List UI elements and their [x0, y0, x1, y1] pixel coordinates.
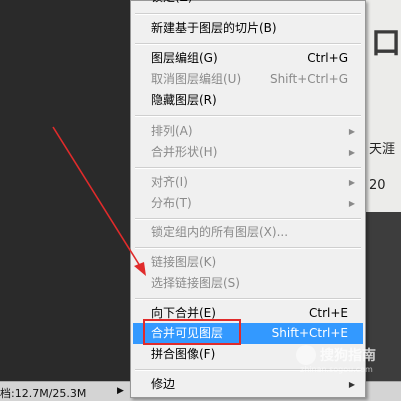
- menu-item-label: 对齐(I): [151, 175, 188, 189]
- menu-item-hide-layers[interactable]: 隐藏图层(R): [133, 90, 363, 111]
- menu-item-label: 锁定组内的所有图层(X)...: [151, 225, 289, 239]
- menu-item-shortcut: Ctrl+E: [309, 306, 348, 320]
- watermark-logo-icon: [296, 345, 316, 365]
- submenu-arrow-icon: ▶: [348, 127, 355, 136]
- menu-item-select-linked-layers[interactable]: 选择链接图层(S): [133, 273, 363, 294]
- menu-item-new-layer-slice[interactable]: 新建基于图层的切片(B): [133, 18, 363, 39]
- menu-item-ungroup-layers[interactable]: 取消图层编组(U) Shift+Ctrl+G: [133, 69, 363, 90]
- document-size: 档:12.7M/25.3M: [0, 387, 87, 400]
- status-menu-arrow-icon[interactable]: ▶: [117, 386, 124, 396]
- menu-separator: [135, 115, 361, 117]
- menu-separator: [135, 247, 361, 249]
- watermark: 搜狗指南 zhinan.sogou.com: [296, 343, 386, 377]
- menu-item-label: 修边: [151, 377, 176, 391]
- menu-item-cut[interactable]: 锁定(Z): [133, 0, 363, 8]
- menu-item-matting[interactable]: 修边 ▶: [133, 374, 363, 395]
- menu-separator: [135, 218, 361, 220]
- menu-item-label: 新建基于图层的切片(B): [151, 21, 277, 35]
- menu-item-lock-all-layers-in-group[interactable]: 锁定组内的所有图层(X)...: [133, 222, 363, 243]
- menu-item-shortcut: Shift+Ctrl+E: [271, 326, 348, 340]
- canvas-text-line2: 20: [369, 178, 386, 193]
- menu-separator: [135, 167, 361, 169]
- highlight-box: [143, 319, 241, 345]
- menu-item-label: 图层编组(G): [151, 51, 218, 65]
- menu-item-label: 排列(A): [151, 124, 193, 138]
- watermark-name: 搜狗指南: [320, 348, 376, 364]
- menu-item-align[interactable]: 对齐(I) ▶: [133, 172, 363, 193]
- document-canvas: 口 天涯 20: [363, 0, 401, 212]
- menu-item-label: 选择链接图层(S): [151, 276, 240, 290]
- submenu-arrow-icon: ▶: [348, 178, 355, 187]
- menu-item-label: 拼合图像(F): [151, 347, 216, 361]
- menu-item-label: 隐藏图层(R): [151, 93, 217, 107]
- menu-separator: [135, 13, 361, 15]
- menu-separator: [135, 298, 361, 300]
- submenu-arrow-icon: ▶: [348, 148, 355, 157]
- submenu-arrow-icon: ▶: [348, 199, 355, 208]
- menu-item-link-layers[interactable]: 链接图层(K): [133, 252, 363, 273]
- menu-item-label: 分布(T): [151, 196, 192, 210]
- menu-item-distribute[interactable]: 分布(T) ▶: [133, 193, 363, 214]
- canvas-glyph: 口: [371, 26, 401, 61]
- menu-separator: [135, 43, 361, 45]
- menu-item-label: 链接图层(K): [151, 255, 217, 269]
- menu-item-shortcut: Ctrl+G: [307, 51, 348, 65]
- menu-item-label: 合并形状(H): [151, 145, 218, 159]
- submenu-arrow-icon: ▶: [348, 380, 355, 389]
- menu-item-shortcut: Shift+Ctrl+G: [269, 72, 348, 86]
- menu-item-group-layers[interactable]: 图层编组(G) Ctrl+G: [133, 48, 363, 69]
- watermark-url: zhinan.sogou.com: [300, 365, 373, 374]
- workspace-background: [0, 0, 130, 381]
- canvas-text-line1: 天涯: [369, 142, 396, 157]
- menu-item-combine-shapes[interactable]: 合并形状(H) ▶: [133, 142, 363, 163]
- menu-item-arrange[interactable]: 排列(A) ▶: [133, 121, 363, 142]
- menu-item-label: 取消图层编组(U): [151, 72, 242, 86]
- menu-item-label: 锁定(Z): [151, 0, 193, 8]
